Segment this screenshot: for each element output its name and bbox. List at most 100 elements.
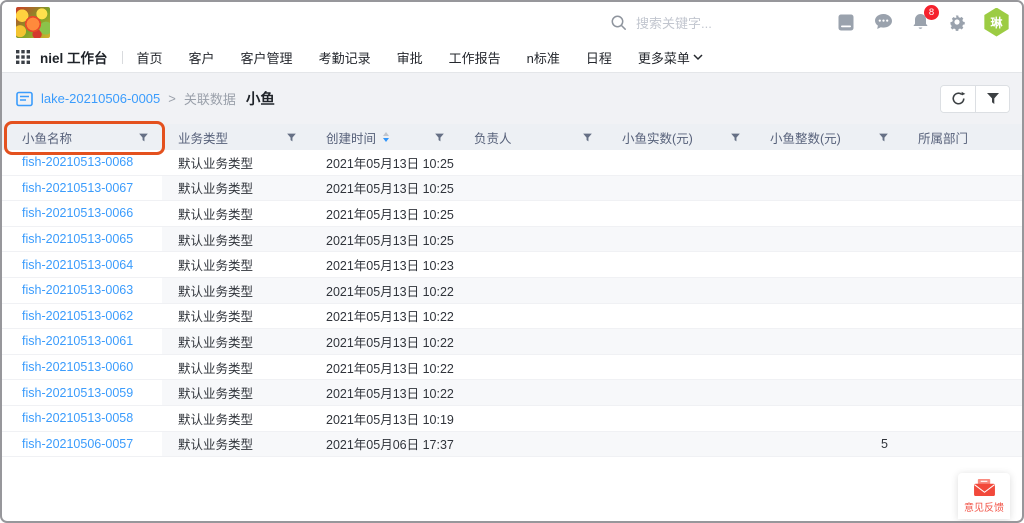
table-row-10: fish-20210513-0058默认业务类型2021年05月13日 10:1…: [2, 406, 1022, 432]
cell-type: 默认业务类型: [162, 329, 310, 354]
nav-item-4[interactable]: 审批: [397, 48, 423, 67]
record-link[interactable]: fish-20210513-0058: [22, 411, 133, 425]
record-link[interactable]: fish-20210513-0067: [22, 181, 133, 195]
cell-owner: [458, 304, 606, 329]
cell-dept: [902, 304, 1022, 329]
record-link[interactable]: fish-20210513-0062: [22, 309, 133, 323]
breadcrumb-parent-link[interactable]: lake-20210506-0005: [41, 91, 160, 106]
table-toolbar: [940, 85, 1010, 113]
cell-int_amount: [754, 380, 902, 405]
filter-funnel-icon[interactable]: [434, 132, 445, 143]
apps-grid-icon[interactable]: [16, 50, 30, 64]
cell-int_amount: [754, 252, 902, 277]
column-header-4[interactable]: 小鱼实数(元): [606, 124, 754, 150]
cell-int_amount: 5: [754, 432, 902, 457]
cell-type: 默认业务类型: [162, 201, 310, 226]
nav-item-2[interactable]: 客户管理: [241, 48, 293, 67]
cell-real_amount: [606, 227, 754, 252]
nav-item-6[interactable]: n标准: [527, 48, 560, 67]
record-link[interactable]: fish-20210513-0065: [22, 232, 133, 246]
filter-button[interactable]: [975, 86, 1009, 112]
table-row-5: fish-20210513-0063默认业务类型2021年05月13日 10:2…: [2, 278, 1022, 304]
table-row-11: fish-20210506-0057默认业务类型2021年05月06日 17:3…: [2, 432, 1022, 458]
cell-created: 2021年05月13日 10:25: [310, 227, 458, 252]
cell-dept: [902, 406, 1022, 431]
filter-funnel-icon[interactable]: [286, 132, 297, 143]
feedback-button[interactable]: 意见反馈: [958, 473, 1010, 519]
cell-int_amount: [754, 176, 902, 201]
filter-funnel-icon[interactable]: [138, 132, 149, 143]
filter-icon: [986, 92, 1000, 105]
filter-funnel-icon[interactable]: [582, 132, 593, 143]
cell-owner: [458, 150, 606, 175]
column-label: 负责人: [474, 128, 512, 147]
cell-owner: [458, 176, 606, 201]
sort-control[interactable]: [383, 132, 389, 142]
cell-int_amount: [754, 278, 902, 303]
cell-real_amount: [606, 201, 754, 226]
search-input[interactable]: 搜索关键字...: [610, 13, 835, 32]
record-link[interactable]: fish-20210506-0057: [22, 437, 133, 451]
avatar[interactable]: 琳: [983, 8, 1010, 37]
cell-dept: [902, 380, 1022, 405]
nav-item-7[interactable]: 日程: [586, 48, 612, 67]
column-label: 业务类型: [178, 128, 228, 147]
cell-created: 2021年05月13日 10:25: [310, 150, 458, 175]
page-title: 小鱼: [246, 88, 275, 109]
gear-icon[interactable]: [946, 11, 968, 33]
cell-dept: [902, 432, 1022, 457]
breadcrumb-section: 关联数据: [184, 89, 236, 108]
filter-funnel-icon[interactable]: [878, 132, 889, 143]
cell-int_amount: [754, 355, 902, 380]
cell-name: fish-20210513-0059: [2, 380, 162, 405]
cell-name: fish-20210513-0062: [2, 304, 162, 329]
nav-item-1[interactable]: 客户: [189, 48, 215, 67]
chat-icon[interactable]: [872, 11, 894, 33]
cell-type: 默认业务类型: [162, 380, 310, 405]
column-header-1[interactable]: 业务类型: [162, 124, 310, 150]
cell-owner: [458, 432, 606, 457]
breadcrumb-separator: >: [168, 91, 176, 106]
record-link[interactable]: fish-20210513-0064: [22, 258, 133, 272]
cell-name: fish-20210513-0065: [2, 227, 162, 252]
notebook-icon[interactable]: [835, 11, 857, 33]
cell-type: 默认业务类型: [162, 150, 310, 175]
app-window: 搜索关键字... 8 琳 niel 工作台 首页客户客户管理考勤记录审批工作报: [0, 0, 1024, 523]
cell-owner: [458, 329, 606, 354]
record-link[interactable]: fish-20210513-0061: [22, 334, 133, 348]
cell-type: 默认业务类型: [162, 406, 310, 431]
nav-item-3[interactable]: 考勤记录: [319, 48, 371, 67]
column-header-2[interactable]: 创建时间: [310, 124, 458, 150]
cell-type: 默认业务类型: [162, 355, 310, 380]
column-header-0[interactable]: 小鱼名称: [2, 124, 162, 150]
column-header-6[interactable]: 所属部门: [902, 124, 1022, 150]
record-doc-icon: [16, 91, 33, 107]
nav-more-menu[interactable]: 更多菜单: [638, 48, 703, 67]
nav-item-5[interactable]: 工作报告: [449, 48, 501, 67]
column-header-5[interactable]: 小鱼整数(元): [754, 124, 902, 150]
record-link[interactable]: fish-20210513-0060: [22, 360, 133, 374]
topbar: 搜索关键字... 8 琳: [2, 2, 1022, 42]
records-table: 小鱼名称 业务类型 创建时间 负责人 小鱼实数(元) 小鱼整数(元) 所属部门 …: [2, 124, 1022, 457]
filter-funnel-icon[interactable]: [730, 132, 741, 143]
record-link[interactable]: fish-20210513-0068: [22, 155, 133, 169]
nav-item-0[interactable]: 首页: [137, 48, 163, 67]
column-header-3[interactable]: 负责人: [458, 124, 606, 150]
record-link[interactable]: fish-20210513-0066: [22, 206, 133, 220]
cell-int_amount: [754, 329, 902, 354]
refresh-button[interactable]: [941, 86, 975, 112]
sort-asc-icon: [383, 132, 389, 136]
cell-type: 默认业务类型: [162, 252, 310, 277]
column-label: 所属部门: [918, 128, 968, 147]
cell-int_amount: [754, 227, 902, 252]
workspace-title[interactable]: niel 工作台: [40, 47, 108, 67]
bell-icon[interactable]: 8: [909, 11, 931, 33]
cell-dept: [902, 201, 1022, 226]
table-header-row: 小鱼名称 业务类型 创建时间 负责人 小鱼实数(元) 小鱼整数(元) 所属部门: [2, 124, 1022, 150]
cell-name: fish-20210513-0067: [2, 176, 162, 201]
cell-real_amount: [606, 252, 754, 277]
record-link[interactable]: fish-20210513-0059: [22, 386, 133, 400]
cell-real_amount: [606, 176, 754, 201]
record-link[interactable]: fish-20210513-0063: [22, 283, 133, 297]
sort-desc-icon: [383, 138, 389, 142]
